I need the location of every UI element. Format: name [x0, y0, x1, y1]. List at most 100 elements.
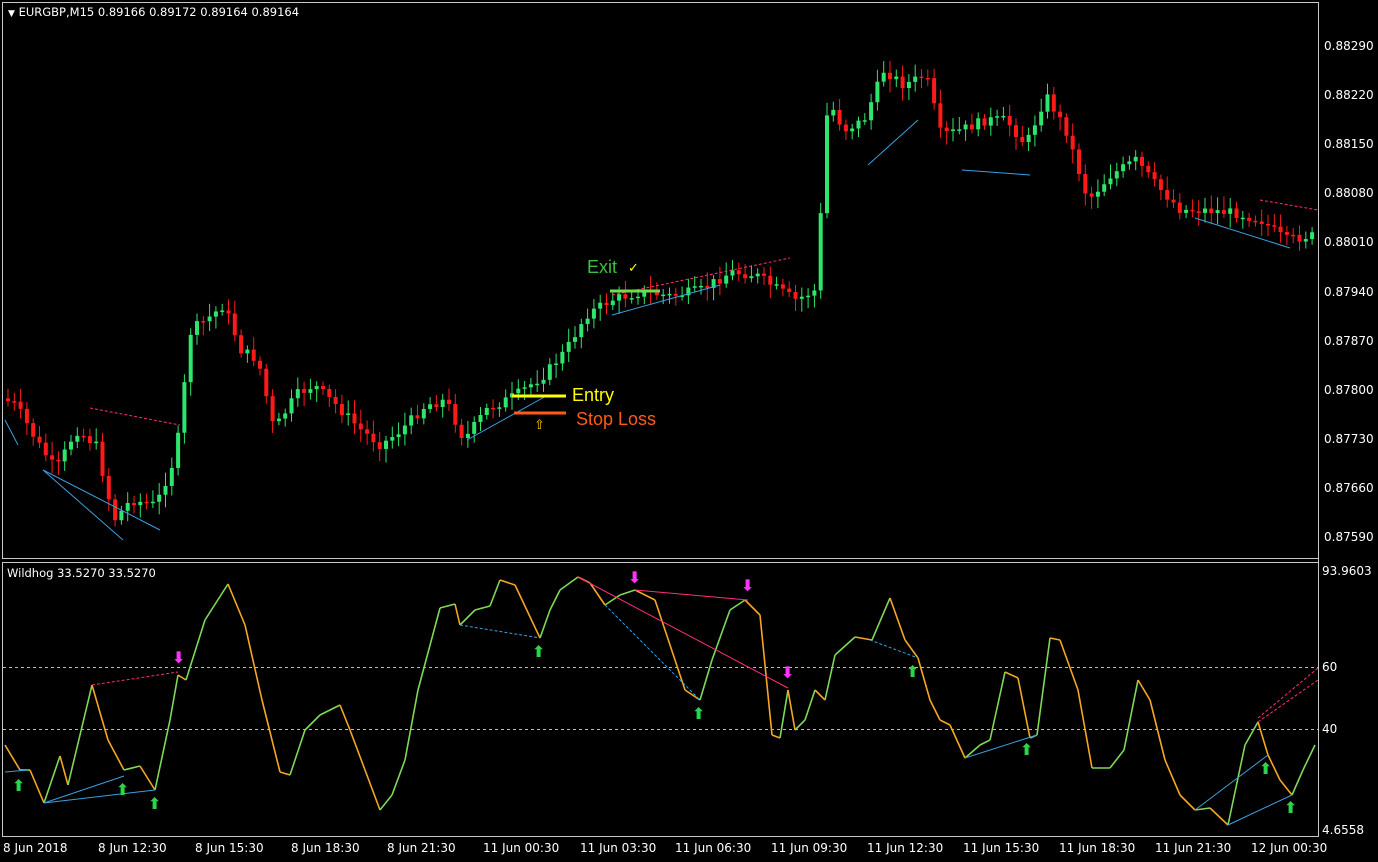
candle-body [617, 294, 622, 301]
oscillator-segment [139, 765, 156, 791]
candle-body [207, 316, 212, 322]
candle-body [113, 499, 118, 521]
oscillator-segment [939, 719, 951, 726]
oscillator-segment [391, 759, 406, 796]
oscillator-segment [1279, 779, 1293, 796]
price-label: 0.87660 [1324, 481, 1374, 495]
time-label: 11 Jun 12:30 [867, 841, 944, 855]
candle-body [491, 407, 496, 410]
oscillator-segment [91, 684, 109, 741]
candle-body [793, 292, 798, 299]
candle-body [636, 296, 640, 299]
candle-body [1133, 156, 1138, 162]
candle-body [1247, 217, 1252, 221]
candle-body [591, 308, 596, 319]
oscillator-divergence-line [604, 604, 701, 701]
chart-title: ▼ EURGBP,M15 0.89166 0.89172 0.89164 0.8… [8, 5, 299, 19]
oscillator-segment [304, 714, 321, 731]
candle-body [932, 78, 937, 104]
candle-body [201, 321, 206, 323]
candle-body [799, 296, 804, 299]
oscillator-divergence-line [1227, 794, 1293, 826]
candle-body [1152, 172, 1157, 180]
stop-loss-annotation: Stop Loss [576, 409, 657, 429]
oscillator-divergence-line [43, 775, 125, 804]
buy-signal-arrow-icon: ⬆ [906, 662, 920, 681]
chart-title-text: EURGBP,M15 0.89166 0.89172 0.89164 0.891… [18, 5, 300, 19]
candle-body [1121, 164, 1126, 172]
candle-body [264, 368, 269, 397]
candle-body [321, 386, 325, 390]
candle-body [371, 433, 376, 443]
candle-body [831, 109, 836, 116]
candle-body [1127, 161, 1132, 165]
time-label: 11 Jun 00:30 [483, 841, 560, 855]
candle-body [1284, 232, 1289, 235]
oscillator-segment [559, 576, 579, 591]
candle-body [944, 127, 949, 132]
candle-body [220, 310, 225, 312]
candle-body [472, 421, 477, 434]
candle-body [1203, 208, 1207, 213]
time-label: 11 Jun 06:30 [675, 841, 752, 855]
buy-signal-arrow-icon: ⬆ [148, 794, 162, 813]
oscillator-segment [454, 603, 461, 626]
candle-body [1095, 191, 1100, 197]
candle-body [969, 124, 974, 130]
candle-body [1026, 134, 1031, 143]
chart-canvas[interactable] [0, 0, 1378, 862]
oscillator-segment [889, 597, 906, 641]
dropdown-triangle-icon[interactable]: ▼ [8, 9, 15, 19]
candle-body [226, 310, 231, 314]
oscillator-segment [744, 599, 761, 616]
candle-body [894, 76, 899, 80]
candle-body [1083, 173, 1088, 194]
oscillator-segment [684, 689, 701, 701]
oscillator-segment [169, 674, 179, 721]
candle-body [75, 435, 80, 442]
candle-body [327, 389, 332, 397]
candle-body [402, 425, 407, 435]
time-label: 8 Jun 15:30 [195, 841, 264, 855]
candle-body [1259, 221, 1264, 225]
candle-body [125, 503, 130, 511]
candle-body [50, 455, 55, 460]
oscillator-segment [417, 607, 441, 691]
candle-body [768, 275, 773, 285]
oscillator-segment [904, 639, 919, 659]
candle-body [182, 382, 187, 433]
time-label: 12 Jun 00:30 [1251, 841, 1328, 855]
candle-body [415, 415, 420, 419]
candle-body [497, 407, 502, 409]
candle-body [705, 285, 710, 288]
candle-body [1310, 232, 1315, 240]
candle-body [81, 435, 86, 438]
candle-body [919, 76, 924, 79]
candle-body [245, 349, 250, 354]
time-label: 11 Jun 15:30 [963, 841, 1040, 855]
candle-body [982, 118, 987, 126]
candle-body [465, 433, 470, 438]
price-divergence-line [1259, 199, 1319, 211]
oscillator-segment [489, 579, 501, 607]
candle-body [1253, 220, 1258, 223]
oscillator-segment [604, 594, 621, 606]
buy-signal-arrow-icon: ⬆ [1020, 740, 1034, 759]
oscillator-segment [1109, 749, 1125, 769]
indicator-scale-label: 93.9603 [1322, 564, 1372, 578]
candle-body [132, 503, 136, 506]
candle-body [1032, 125, 1037, 135]
price-label: 0.88010 [1324, 235, 1374, 249]
candle-body [913, 76, 918, 82]
candle-body [24, 408, 29, 424]
candle-body [150, 501, 155, 504]
candle-body [396, 434, 401, 438]
candle-body [516, 388, 521, 394]
oscillator-segment [177, 674, 187, 681]
oscillator-segment [804, 689, 816, 721]
oscillator-segment [204, 583, 229, 621]
candle-body [623, 294, 628, 299]
candle-body [459, 424, 464, 438]
oscillator-segment [759, 614, 773, 736]
oscillator-segment [824, 654, 836, 701]
